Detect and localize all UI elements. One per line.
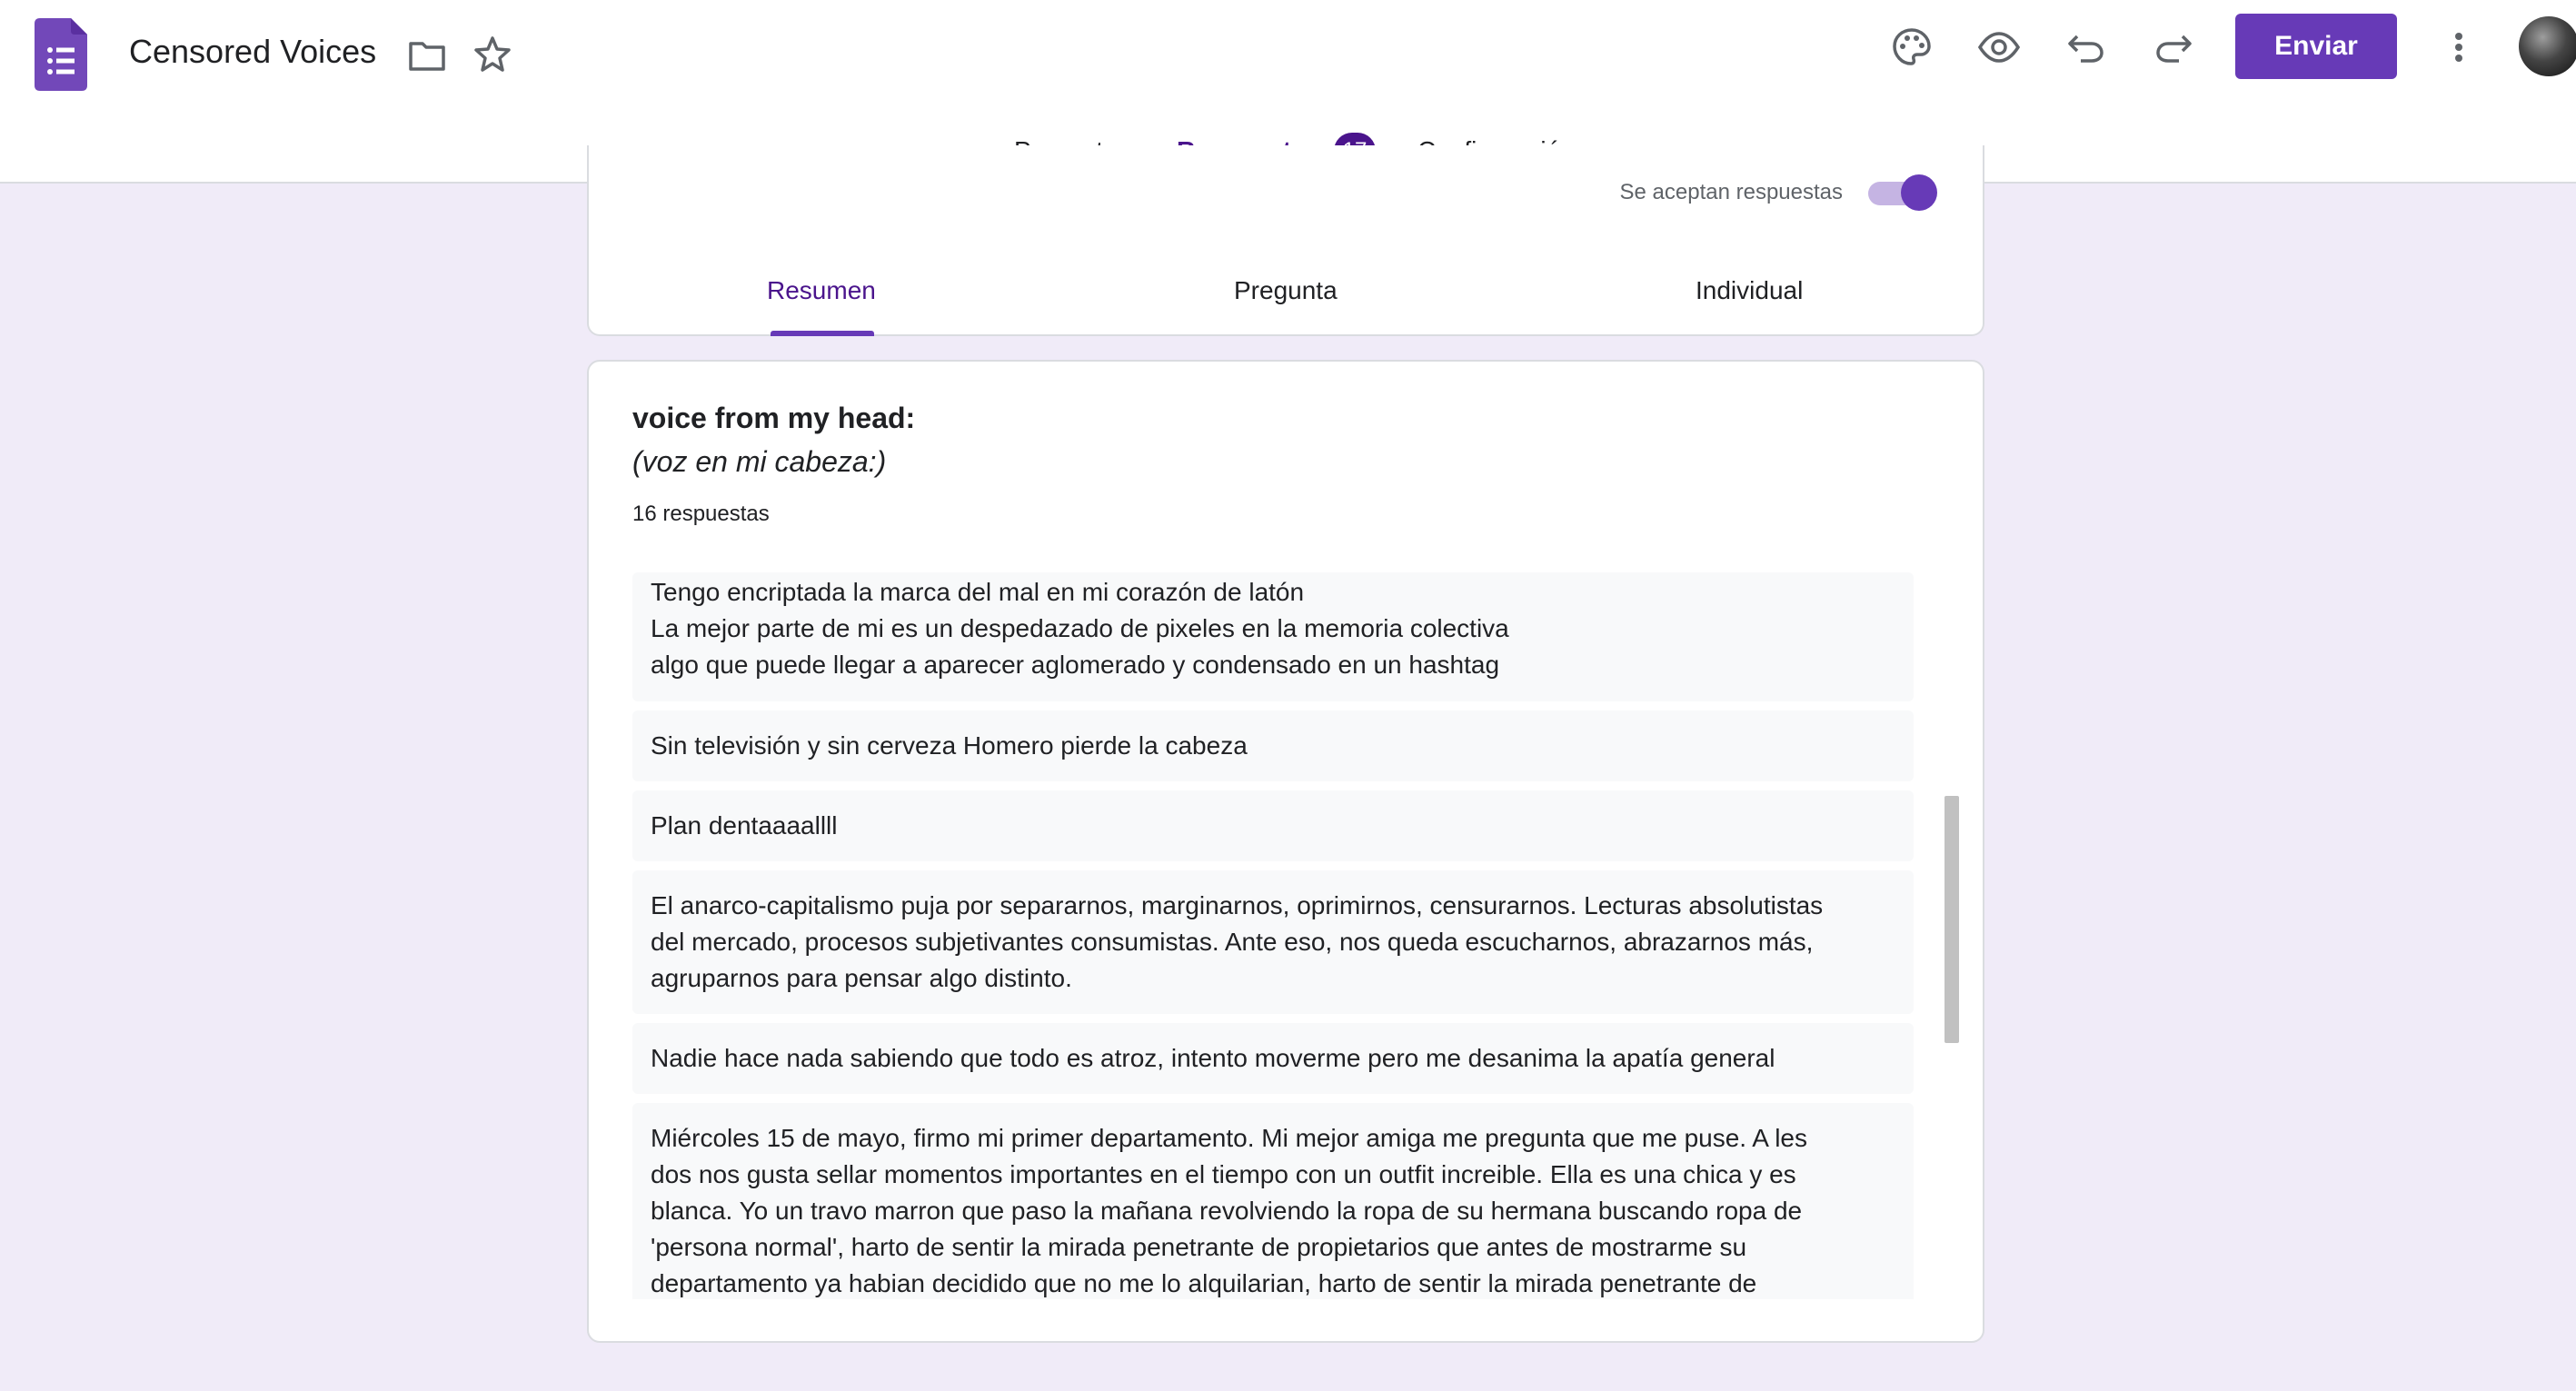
question-title: voice from my head: <box>632 402 916 434</box>
response-line: 'persona normal', harto de sentir la mir… <box>651 1233 1747 1261</box>
response-line: Tengo encriptada la marca del mal en mi … <box>651 578 1305 606</box>
more-vert-icon[interactable] <box>2439 25 2479 69</box>
active-subtab-indicator <box>771 331 874 336</box>
question-summary-card: voice from my head: (voz en mi cabeza:) … <box>587 360 1984 1343</box>
response-count: 16 respuestas <box>632 502 770 526</box>
response-line: El anarco-capitalismo puja por separarno… <box>651 891 1824 919</box>
redo-icon[interactable] <box>2152 25 2195 69</box>
toggle-thumb[interactable] <box>1901 174 1937 211</box>
response-line: Nadie hace nada sabiendo que todo es atr… <box>651 1044 1775 1072</box>
response-line: La mejor parte de mi es un despedazado d… <box>651 614 1509 642</box>
question-subtitle: (voz en mi cabeza:) <box>632 445 887 478</box>
list-item: Tengo encriptada la marca del mal en mi … <box>632 572 1914 701</box>
response-line: del mercado, procesos subjetivantes cons… <box>651 928 1814 956</box>
star-icon[interactable] <box>472 35 512 75</box>
subtab-question[interactable]: Pregunta <box>1234 276 1338 305</box>
response-line: algo que puede llegar a aparecer aglomer… <box>651 651 1500 679</box>
responses-summary-card: Se aceptan respuestas Resumen Pregunta I… <box>587 145 1984 336</box>
list-item: Nadie hace nada sabiendo que todo es atr… <box>632 1023 1914 1094</box>
document-title[interactable]: Censored Voices <box>129 33 376 71</box>
list-item: Miércoles 15 de mayo, firmo mi primer de… <box>632 1103 1914 1299</box>
response-line: dos nos gusta sellar momentos importante… <box>651 1160 1796 1188</box>
responses-list[interactable]: Tengo encriptada la marca del mal en mi … <box>632 572 1914 1299</box>
list-item: Plan dentaaaallll <box>632 790 1914 861</box>
forms-logo-icon[interactable] <box>35 18 87 91</box>
subtab-summary[interactable]: Resumen <box>767 276 876 305</box>
subtab-individual[interactable]: Individual <box>1696 276 1803 305</box>
list-item: El anarco-capitalismo puja por separarno… <box>632 870 1914 1014</box>
scrollbar-thumb[interactable] <box>1944 796 1959 1043</box>
response-line: agruparnos para pensar algo distinto. <box>651 964 1072 992</box>
eye-icon[interactable] <box>1977 25 2021 69</box>
response-line: Miércoles 15 de mayo, firmo mi primer de… <box>651 1124 1808 1152</box>
undo-icon[interactable] <box>2064 25 2108 69</box>
send-button[interactable]: Enviar <box>2235 14 2397 79</box>
accepting-responses-label: Se aceptan respuestas <box>1619 180 1844 204</box>
response-line: Sin televisión y sin cerveza Homero pier… <box>651 731 1248 760</box>
response-line: Plan dentaaaallll <box>651 811 838 840</box>
list-item: Sin televisión y sin cerveza Homero pier… <box>632 710 1914 781</box>
palette-icon[interactable] <box>1890 25 1934 69</box>
response-line: departamento ya habian decidido que no m… <box>651 1269 1757 1297</box>
response-line: blanca. Yo un travo marron que paso la m… <box>651 1197 1803 1225</box>
folder-icon[interactable] <box>407 36 447 76</box>
avatar[interactable] <box>2519 16 2576 76</box>
